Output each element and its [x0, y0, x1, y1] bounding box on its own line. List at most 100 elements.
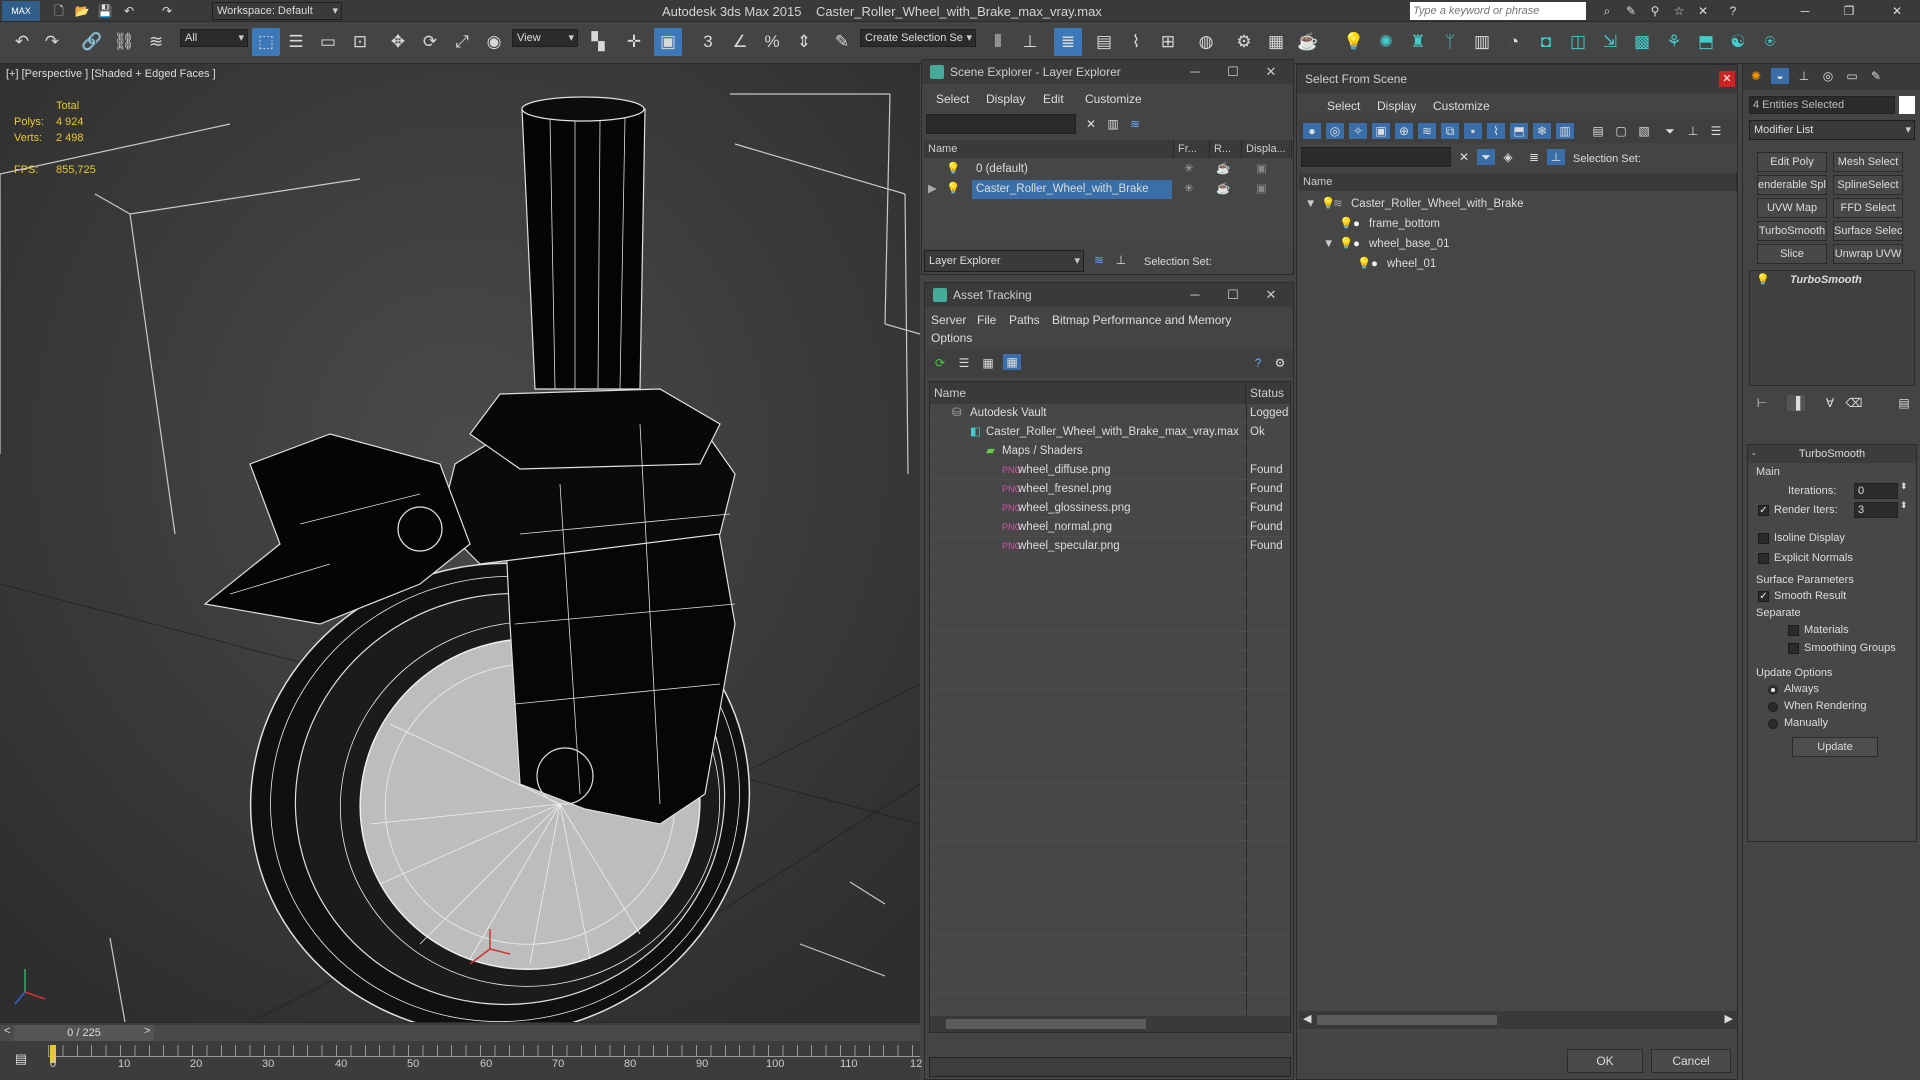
iterations-input[interactable]: 0 — [1854, 483, 1898, 499]
percent-snap-icon[interactable]: % — [758, 28, 786, 56]
move-icon[interactable]: ✥ — [384, 28, 412, 56]
asset-row-fresnel[interactable]: PNG wheel_fresnel.png Found — [930, 480, 1290, 499]
col-name[interactable]: Name — [930, 382, 1246, 404]
asset-row-specular[interactable]: PNG wheel_specular.png Found — [930, 537, 1290, 556]
refresh-icon[interactable]: ⟳ — [931, 355, 949, 371]
place-icon[interactable]: ◉ — [480, 28, 508, 56]
minimize-icon[interactable]: ─ — [1796, 3, 1814, 19]
timeline-ruler[interactable] — [48, 1045, 920, 1057]
close-icon[interactable]: ✕ — [1253, 283, 1289, 307]
freeze-icon[interactable]: ✳ — [1184, 160, 1194, 179]
collapse-arrow-icon[interactable]: ▼ — [1305, 195, 1316, 214]
keyboard-shortcut-icon[interactable]: ▣ — [654, 28, 682, 56]
prev-frame-icon[interactable]: < — [4, 1025, 10, 1037]
mesh-select-button[interactable]: Mesh Select — [1833, 152, 1903, 172]
snap-toggle-icon[interactable]: 3 — [694, 28, 722, 56]
asset-row-maxfile[interactable]: ◧ Caster_Roller_Wheel_with_Brake_max_vray… — [930, 423, 1290, 442]
col-name[interactable]: Name — [1299, 173, 1737, 191]
grid-view-icon[interactable]: ▦ — [1003, 354, 1021, 370]
asset-row-normal[interactable]: PNG wheel_normal.png Found — [930, 518, 1290, 537]
col-name[interactable]: Name — [924, 140, 1174, 158]
pin-stack-icon[interactable]: ⊢ — [1753, 395, 1771, 411]
tools-icon[interactable]: ✎ — [1622, 3, 1640, 19]
new-icon[interactable]: 🗋 — [50, 3, 68, 19]
keyword-search-input[interactable] — [1410, 2, 1586, 20]
freeze-icon[interactable]: ✳ — [1184, 180, 1194, 199]
maximize-icon[interactable]: ☐ — [1215, 283, 1251, 307]
vray-swatch-icon[interactable]: ▩ — [1628, 28, 1656, 56]
isoline-checkbox[interactable] — [1758, 533, 1769, 544]
exchange-icon[interactable]: ✕ — [1694, 3, 1712, 19]
help-icon[interactable]: ? — [1249, 355, 1267, 371]
asset-path-field[interactable] — [929, 1057, 1291, 1077]
select-from-scene-title[interactable]: Select From Scene — [1297, 65, 1737, 93]
slice-button[interactable]: Slice — [1757, 244, 1827, 264]
window-crossing-icon[interactable]: ⊡ — [346, 28, 374, 56]
scene-search-field[interactable] — [1301, 147, 1451, 167]
layers-icon[interactable]: ≋ — [1126, 116, 1144, 132]
hierarchy-icon[interactable]: ⊥ — [1547, 149, 1565, 165]
clear-search-icon[interactable]: ✕ — [1455, 149, 1473, 165]
maximize-icon[interactable]: ☐ — [1215, 60, 1251, 84]
tree-frame-bottom[interactable]: 💡 ● frame_bottom — [1299, 215, 1737, 234]
filter-icon[interactable]: ⏷ — [1661, 123, 1679, 139]
layer-mode-icon[interactable]: ≋ — [1090, 252, 1108, 268]
vray-light-icon[interactable]: 💡 — [1340, 28, 1368, 56]
menu-select[interactable]: Select — [1327, 99, 1360, 113]
select-none-icon[interactable]: ▢ — [1612, 123, 1630, 139]
explorer-type-dropdown[interactable]: Layer Explorer — [924, 250, 1084, 272]
close-icon[interactable]: ✕ — [1719, 71, 1735, 87]
tree-wheel-base[interactable]: ▼ 💡 ● wheel_base_01 — [1299, 235, 1737, 254]
collapse-arrow-icon[interactable]: ▼ — [1323, 235, 1334, 254]
reference-coord-dropdown[interactable]: View — [512, 29, 578, 47]
render-icon[interactable]: ☕ — [1294, 28, 1322, 56]
hierarchy-tab-icon[interactable]: ⊥ — [1795, 68, 1813, 84]
menu-paths[interactable]: Paths — [1009, 313, 1040, 327]
xref-filter-icon[interactable]: ▪ — [1464, 123, 1482, 139]
render-iters-checkbox[interactable]: ✓ — [1758, 505, 1769, 516]
help-icon[interactable]: ? — [1724, 3, 1742, 19]
spinner-snap-icon[interactable]: ⇕ — [790, 28, 818, 56]
make-unique-icon[interactable]: ∀ — [1821, 395, 1839, 411]
unwrap-uvw-button[interactable]: Unwrap UVW — [1833, 244, 1903, 264]
select-by-name-icon[interactable]: ☰ — [282, 28, 310, 56]
display-tab-icon[interactable]: ▭ — [1843, 68, 1861, 84]
vray-fur-icon[interactable]: ᛘ — [1436, 28, 1464, 56]
mini-listener-icon[interactable]: ▤ — [10, 1051, 32, 1069]
light-bulb-icon[interactable]: 💡 — [946, 180, 960, 199]
undo-icon[interactable]: ↶ — [8, 28, 36, 56]
frozen-filter-icon[interactable]: ❄ — [1533, 123, 1551, 139]
binoculars-icon[interactable]: ⌕ — [1598, 3, 1616, 19]
layer-row-caster[interactable]: ▶ 💡 Caster_Roller_Wheel_with_Brake ✳ ☕ ▣ — [924, 180, 1292, 199]
workspace-dropdown[interactable]: Workspace: Default — [212, 2, 342, 20]
angle-snap-icon[interactable]: ∠ — [726, 28, 754, 56]
vray-proxy-icon[interactable]: ♜ — [1404, 28, 1432, 56]
remove-modifier-icon[interactable]: ⌫ — [1845, 395, 1863, 411]
vray-sphere-icon[interactable]: ◔ — [1500, 28, 1528, 56]
bind-spacewarp-icon[interactable]: ≋ — [142, 28, 170, 56]
menu-edit[interactable]: Edit — [1043, 92, 1064, 106]
vray-export-icon[interactable]: ⇲ — [1596, 28, 1624, 56]
pivot-icon[interactable]: ▚ — [584, 28, 612, 56]
hidden-filter-icon[interactable]: ▥ — [1556, 123, 1574, 139]
update-button[interactable]: Update — [1792, 737, 1878, 757]
perspective-viewport[interactable]: [+] [Perspective ] [Shaded + Edged Faces… — [0, 64, 920, 1022]
schematic-view-icon[interactable]: ⊞ — [1154, 28, 1182, 56]
teapot-icon[interactable]: ☕ — [1216, 180, 1230, 199]
vray-debug-icon[interactable]: ⚘ — [1660, 28, 1688, 56]
geometry-filter-icon[interactable]: ● — [1303, 123, 1321, 139]
object-color-swatch[interactable] — [1899, 96, 1915, 114]
clear-search-icon[interactable]: ✕ — [1082, 116, 1100, 132]
modify-tab-icon[interactable]: ◒ — [1771, 68, 1789, 84]
uvw-map-button[interactable]: UVW Map — [1757, 198, 1827, 218]
asset-row-diffuse[interactable]: PNG wheel_diffuse.png Found — [930, 461, 1290, 480]
hierarchy-toggle-icon[interactable]: ⊥ — [1684, 123, 1702, 139]
table-icon[interactable]: ▦ — [979, 355, 997, 371]
named-selection-dropdown[interactable]: Create Selection Se — [860, 29, 976, 47]
vray-plane-icon[interactable]: ▥ — [1468, 28, 1496, 56]
materials-checkbox[interactable] — [1788, 625, 1799, 636]
find-case-icon[interactable]: ⏷ — [1477, 149, 1495, 165]
always-radio[interactable] — [1768, 685, 1778, 695]
vray-frame-icon[interactable]: ⬒ — [1692, 28, 1720, 56]
light-bulb-icon[interactable]: 💡 — [1357, 255, 1371, 274]
